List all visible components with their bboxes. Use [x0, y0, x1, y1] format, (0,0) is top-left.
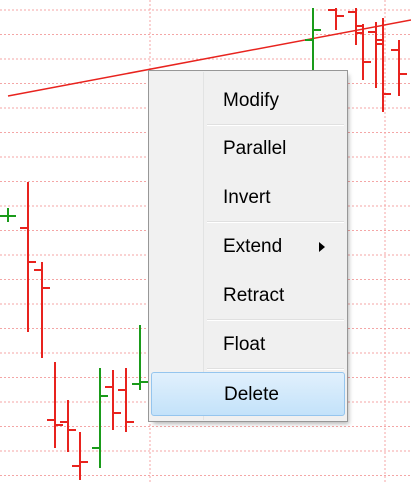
menu-separator: [207, 124, 344, 126]
menu-item-retract[interactable]: Retract: [151, 274, 345, 318]
menu-separator: [207, 221, 344, 223]
menu-item-invert[interactable]: Invert: [151, 176, 345, 220]
menu-item-label: Float: [223, 334, 266, 355]
menu-item-label: Parallel: [223, 138, 287, 159]
context-menu: Modify Parallel Invert Extend Retract Fl…: [148, 70, 348, 422]
menu-item-float[interactable]: Float: [151, 323, 345, 367]
menu-item-delete[interactable]: Delete: [151, 372, 345, 416]
menu-item-label: Invert: [223, 187, 271, 208]
menu-item-parallel[interactable]: Parallel: [151, 127, 345, 171]
menu-item-extend[interactable]: Extend: [151, 225, 345, 269]
menu-item-label: Retract: [223, 285, 285, 306]
menu-item-modify[interactable]: Modify: [151, 79, 345, 123]
submenu-arrow-icon: [319, 242, 325, 252]
menu-separator: [207, 368, 344, 370]
menu-item-label: Extend: [223, 236, 283, 257]
menu-item-label: Modify: [223, 90, 279, 111]
menu-item-label: Delete: [224, 384, 279, 405]
menu-separator: [207, 319, 344, 321]
